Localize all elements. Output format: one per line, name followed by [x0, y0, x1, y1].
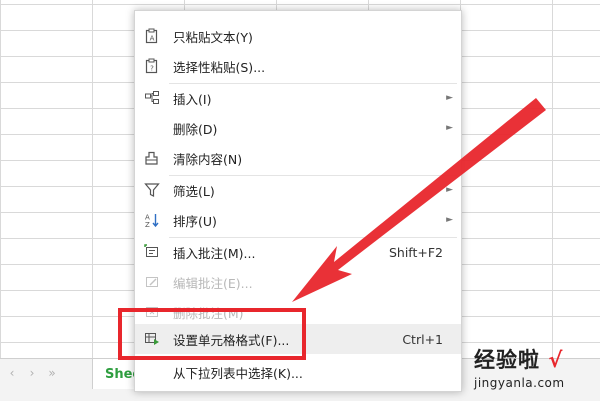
watermark: 经验啦 √ jingyanla.com — [474, 344, 598, 398]
watermark-title: 经验啦 √ — [474, 344, 598, 374]
annotation-highlight-box — [118, 308, 306, 360]
watermark-text: 经验啦 — [474, 348, 540, 372]
watermark-url: jingyanla.com — [474, 376, 565, 390]
check-icon: √ — [548, 348, 564, 372]
